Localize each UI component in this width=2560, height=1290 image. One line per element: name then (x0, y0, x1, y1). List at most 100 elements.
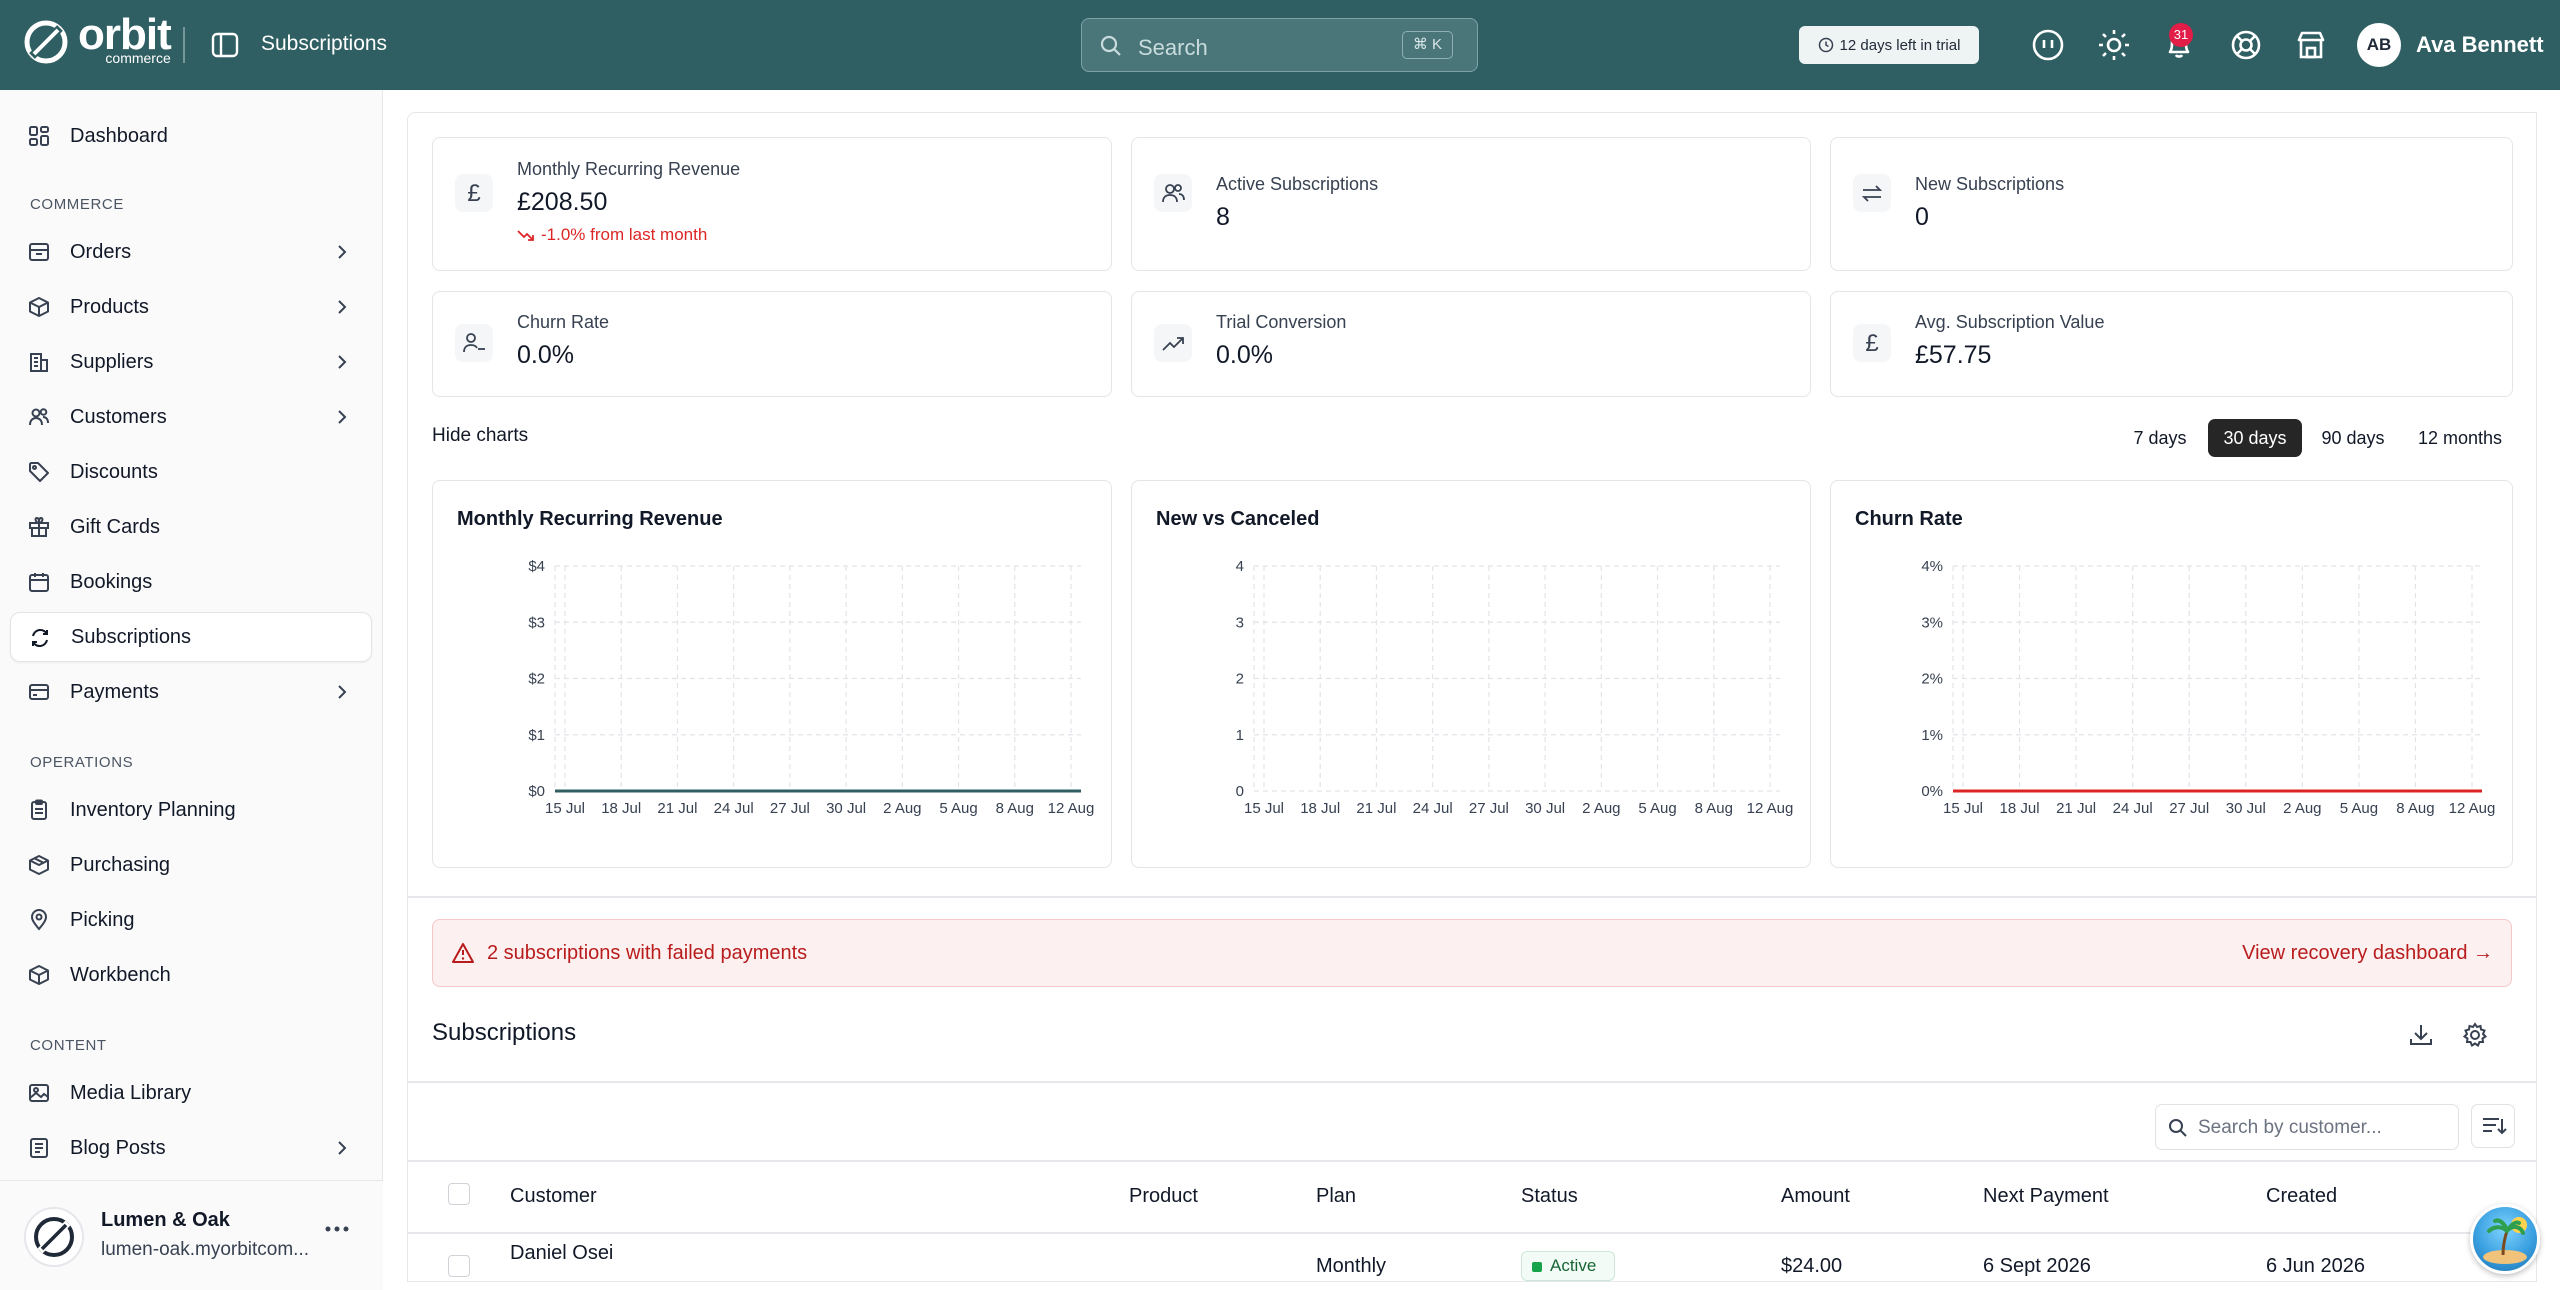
pound-sign-icon: £ (455, 174, 493, 212)
download-icon[interactable] (2407, 1021, 2435, 1049)
row-checkbox[interactable] (448, 1255, 470, 1277)
x-tick-label: 30 Jul (1525, 800, 1565, 817)
assistant-launcher-button[interactable] (2470, 1204, 2540, 1274)
sidebar-item-products[interactable]: Products (10, 282, 372, 332)
sidebar-item-label: Payments (70, 680, 159, 703)
chart-card-new-vs-canceled: New vs Canceled 0 1 2 3 4 15 Jul 18 Jul 21 Jul 2… (1131, 480, 1811, 868)
clock-icon (1818, 37, 1833, 53)
suppliers-building-icon (30, 353, 48, 372)
store-name: Lumen & Oak (101, 1209, 230, 1231)
map-pin-icon (30, 909, 48, 931)
stat-card-mrr: £ Monthly Recurring Revenue £208.50 -1.0… (432, 137, 1112, 271)
column-header-plan[interactable]: Plan (1316, 1185, 1356, 1208)
sidebar-item-bookings[interactable]: Bookings (10, 557, 372, 607)
sidebar-item-discounts[interactable]: Discounts (10, 447, 372, 497)
more-horizontal-icon[interactable] (324, 1224, 350, 1234)
orbit-logo-icon (24, 20, 68, 64)
palm-island-icon (2483, 1217, 2527, 1264)
sidebar-item-label: Blog Posts (70, 1136, 166, 1159)
column-header-status[interactable]: Status (1521, 1185, 1578, 1208)
trial-badge[interactable]: 12 days left in trial (1799, 26, 1979, 64)
table-header-divider (408, 1081, 2536, 1083)
x-tick-label: 8 Aug (1695, 800, 1733, 817)
column-header-product[interactable]: Product (1129, 1185, 1198, 1208)
x-tick-label: 15 Jul (1943, 800, 1983, 817)
stat-delta: -1.0% from last month (517, 225, 707, 245)
stat-label: Trial Conversion (1216, 312, 1347, 332)
sidebar-item-dashboard[interactable]: Dashboard (10, 111, 372, 161)
global-search-input[interactable]: Search ⌘ K (1081, 18, 1478, 72)
brand-logo[interactable]: orbit commerce (22, 13, 172, 66)
purchasing-package-icon (29, 855, 49, 875)
cell-customer[interactable]: Daniel Osei (510, 1242, 613, 1265)
x-tick-label: 27 Jul (2169, 800, 2209, 817)
range-30-days-button[interactable]: 30 days (2208, 419, 2302, 457)
y-tick-label: 0% (1921, 783, 1943, 800)
workbench-package-icon (29, 965, 49, 985)
cell-plan: Monthly (1316, 1255, 1387, 1277)
topbar-divider (183, 27, 185, 63)
x-tick-label: 24 Jul (714, 800, 754, 817)
range-90-days-button[interactable]: 90 days (2308, 419, 2398, 457)
theme-sun-icon[interactable] (2097, 28, 2131, 62)
y-tick-label: $4 (528, 558, 545, 575)
sidebar-item-orders[interactable]: Orders (10, 227, 372, 277)
sidebar-item-media-library[interactable]: Media Library (10, 1068, 372, 1118)
select-all-checkbox[interactable] (448, 1183, 470, 1205)
store-switcher[interactable]: Lumen & Oak lumen-oak.myorbitcom... (0, 1180, 383, 1290)
storefront-icon[interactable] (2294, 28, 2328, 62)
column-header-created[interactable]: Created (2266, 1185, 2337, 1208)
cell-next-payment: 6 Sept 2026 (1983, 1255, 2091, 1277)
chevron-right-icon (338, 355, 347, 369)
main-content: £ Monthly Recurring Revenue £208.50 -1.0… (407, 112, 2537, 1282)
sidebar-item-subscriptions[interactable]: Subscriptions (10, 612, 372, 662)
sidebar-item-blog-posts[interactable]: Blog Posts (10, 1123, 372, 1173)
customer-search-input[interactable]: Search by customer... (2155, 1104, 2459, 1150)
sidebar-toggle-icon[interactable] (210, 30, 240, 60)
column-header-customer[interactable]: Customer (510, 1185, 597, 1208)
x-tick-label: 18 Jul (1300, 800, 1340, 817)
y-tick-label: 2% (1921, 671, 1943, 688)
sidebar-item-inventory-planning[interactable]: Inventory Planning (10, 785, 372, 835)
sidebar-item-gift-cards[interactable]: Gift Cards (10, 502, 372, 552)
help-lifebuoy-icon[interactable] (2229, 28, 2263, 62)
user-avatar[interactable]: AB (2357, 23, 2401, 67)
blog-document-icon (30, 1138, 48, 1158)
chart-card-mrr: Monthly Recurring Revenue $0 $1 $2 $3 $4 15 J… (432, 480, 1112, 868)
sort-button[interactable] (2471, 1104, 2515, 1148)
section-label-operations: OPERATIONS (30, 754, 134, 771)
range-7-days-button[interactable]: 7 days (2125, 419, 2195, 457)
image-icon (29, 1084, 49, 1102)
x-tick-label: 5 Aug (2340, 800, 2378, 817)
x-tick-label: 24 Jul (2113, 800, 2153, 817)
y-tick-label: 3% (1921, 614, 1943, 631)
x-tick-label: 15 Jul (545, 800, 585, 817)
sidebar-item-workbench[interactable]: Workbench (10, 950, 372, 1000)
assistant-icon[interactable] (2031, 28, 2065, 62)
view-recovery-dashboard-link[interactable]: View recovery dashboard → (2242, 942, 2493, 965)
x-tick-label: 24 Jul (1413, 800, 1453, 817)
sidebar-item-purchasing[interactable]: Purchasing (10, 840, 372, 890)
stat-card-active-subscriptions: Active Subscriptions 8 (1131, 137, 1811, 271)
user-name[interactable]: Ava Bennett (2416, 32, 2544, 58)
chevron-right-icon (338, 410, 347, 424)
hide-charts-button[interactable]: Hide charts (432, 425, 528, 447)
sidebar-item-suppliers[interactable]: Suppliers (10, 337, 372, 387)
x-tick-label: 8 Aug (2396, 800, 2434, 817)
settings-gear-icon[interactable] (2461, 1021, 2489, 1049)
sidebar-item-picking[interactable]: Picking (10, 895, 372, 945)
range-12-months-button[interactable]: 12 months (2405, 419, 2515, 457)
y-tick-label: $2 (528, 671, 545, 688)
credit-card-icon (29, 684, 49, 700)
stat-label: Active Subscriptions (1216, 174, 1379, 194)
x-tick-label: 21 Jul (2056, 800, 2096, 817)
sidebar-item-payments[interactable]: Payments (10, 667, 372, 717)
sidebar-item-customers[interactable]: Customers (10, 392, 372, 442)
failed-payments-alert: 2 subscriptions with failed payments Vie… (432, 919, 2512, 987)
subscriptions-table-title: Subscriptions (432, 1019, 577, 1046)
column-header-next-payment[interactable]: Next Payment (1983, 1185, 2109, 1208)
column-header-amount[interactable]: Amount (1781, 1185, 1850, 1208)
trial-text: 12 days left in trial (1839, 36, 1961, 54)
y-tick-label: 4 (1236, 558, 1244, 575)
stat-card-new-subscriptions: New Subscriptions 0 (1830, 137, 2513, 271)
